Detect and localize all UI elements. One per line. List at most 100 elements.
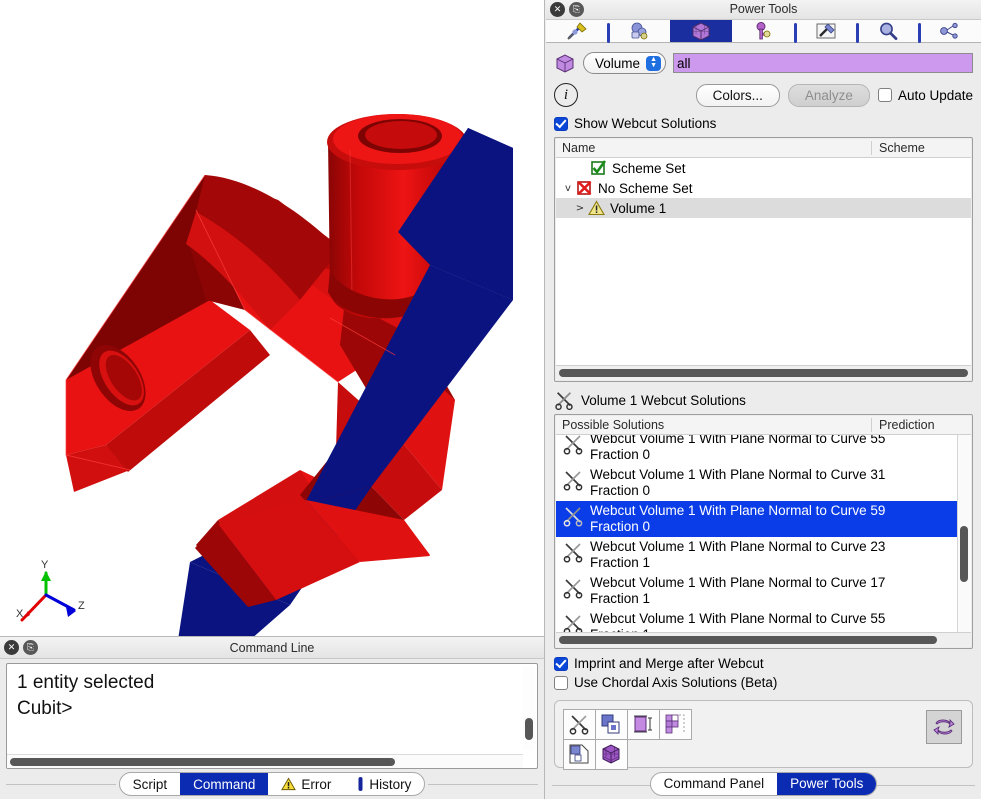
webcut-cube-icon (690, 21, 712, 41)
list-item[interactable]: Webcut Volume 1 With Plane Normal to Cur… (556, 465, 971, 501)
tab-error[interactable]: Error (268, 773, 344, 795)
scissors-icon (562, 577, 584, 599)
split-tool-button[interactable] (595, 709, 628, 740)
tree-row-label: No Scheme Set (598, 181, 693, 196)
power-tools-tabbar (546, 20, 981, 44)
show-webcut-solutions-checkbox[interactable]: Show Webcut Solutions (554, 116, 716, 131)
command-output-panel[interactable]: 1 entity selected Cubit> (6, 663, 538, 769)
tree-column-scheme: Scheme (871, 141, 971, 155)
red-x-icon (576, 180, 593, 196)
solutions-list-header: Possible Solutions Prediction (556, 416, 971, 435)
tab-topology[interactable] (919, 20, 981, 43)
tab-command[interactable]: Command (180, 773, 268, 795)
list-item-label: Webcut Volume 1 With Plane Normal to Cur… (590, 611, 925, 633)
imprint-merge-label: Imprint and Merge after Webcut (574, 656, 764, 671)
solutions-column-prediction: Prediction (871, 418, 971, 432)
tree-horizontal-scrollbar[interactable] (556, 366, 971, 380)
tab-label: Power Tools (790, 776, 863, 791)
mesh-pattern-icon (664, 713, 686, 735)
tab-label: Script (133, 777, 168, 792)
undock-icon[interactable]: ⎘ (23, 640, 38, 655)
scrollbar-thumb[interactable] (10, 758, 395, 766)
geometry-tools-icon (566, 21, 588, 41)
auto-update-checkbox[interactable]: Auto Update (878, 88, 973, 103)
tree-row-label: Scheme Set (612, 161, 686, 176)
tab-command-panel[interactable]: Command Panel (651, 773, 778, 795)
mesh-volume-tool-button[interactable] (595, 739, 628, 770)
tree-body[interactable]: Scheme Set v No Scheme Set > (556, 158, 971, 366)
solutions-horizontal-scrollbar[interactable] (556, 633, 971, 647)
tab-power-tools[interactable]: Power Tools (777, 773, 876, 795)
entity-selector-row: Volume ▲▼ (554, 52, 973, 74)
close-icon[interactable]: ✕ (550, 2, 565, 17)
solutions-vertical-scrollbar[interactable] (957, 435, 971, 632)
info-icon[interactable]: i (554, 83, 578, 107)
command-line-tabs: Script Command Error (119, 772, 426, 796)
command-output-text: 1 entity selected Cubit> (7, 664, 537, 754)
tab-geometry-tools[interactable] (546, 20, 608, 43)
left-column: X Y Z ✕ ⎘ Command Line 1 entity selected… (0, 0, 545, 799)
command-line-title: Command Line (0, 637, 544, 659)
list-item[interactable]: Webcut Volume 1 With Plane Normal to Cur… (556, 609, 971, 633)
scrollbar-thumb[interactable] (525, 718, 533, 740)
axis-label-z: Z (78, 600, 85, 612)
imprint-merge-checkbox[interactable]: Imprint and Merge after Webcut (554, 656, 973, 671)
imprint-tool-button[interactable] (563, 739, 596, 770)
cad-model-render (0, 0, 545, 637)
list-item-label: Webcut Volume 1 With Plane Normal to Cur… (590, 575, 925, 607)
power-tools-body: Volume ▲▼ i Colors... Analyze (546, 43, 981, 131)
scrollbar-thumb[interactable] (960, 526, 968, 582)
tab-history[interactable]: History (344, 773, 424, 795)
command-line-tabbar: Script Command Error (0, 769, 544, 799)
list-item[interactable]: Webcut Volume 1 With Plane Normal to Cur… (556, 537, 971, 573)
tree-row-scheme-set[interactable]: Scheme Set (556, 158, 971, 178)
analyze-button-label: Analyze (805, 88, 853, 103)
warning-triangle-icon (588, 200, 605, 216)
refresh-button[interactable] (926, 710, 962, 744)
solutions-list-body[interactable]: Webcut Volume 1 With Plane Normal to Cur… (556, 435, 971, 633)
list-item-selected[interactable]: Webcut Volume 1 With Plane Normal to Cur… (556, 501, 971, 537)
scrollbar-thumb[interactable] (559, 636, 937, 644)
axis-triad: X Y Z (8, 555, 98, 630)
solutions-column-possible: Possible Solutions (556, 418, 871, 432)
tab-inspect[interactable] (857, 20, 919, 43)
chordal-axis-checkbox[interactable]: Use Chordal Axis Solutions (Beta) (554, 675, 973, 690)
checkbox-box (554, 117, 568, 131)
command-line-dock: ✕ ⎘ Command Line 1 entity selected Cubit… (0, 637, 545, 799)
colors-button[interactable]: Colors... (696, 84, 780, 107)
tab-sculpt[interactable] (795, 20, 857, 43)
tree-row-no-scheme-set[interactable]: v No Scheme Set (556, 178, 971, 198)
3d-viewport[interactable]: X Y Z (0, 0, 545, 637)
scissors-icon (554, 390, 574, 410)
chordal-axis-label: Use Chordal Axis Solutions (Beta) (574, 675, 777, 690)
tab-script[interactable]: Script (120, 773, 181, 795)
twisty-expanded[interactable]: v (560, 183, 576, 194)
power-tools-title: Power Tools (546, 0, 981, 20)
tab-label: Command Panel (664, 776, 765, 791)
colors-button-label: Colors... (713, 88, 763, 103)
tab-webcut[interactable] (670, 20, 732, 43)
entity-id-input[interactable] (673, 53, 973, 73)
tab-mesh-quality[interactable] (608, 20, 670, 43)
scissors-icon (562, 505, 584, 527)
twisty-collapsed[interactable]: > (572, 203, 588, 214)
command-output-vertical-scrollbar[interactable] (523, 666, 535, 750)
sweep-tool-button[interactable] (627, 709, 660, 740)
mesh-cube-icon (600, 743, 622, 765)
tree-row-volume-1[interactable]: > Volume 1 (556, 198, 971, 218)
tab-meshing-scheme[interactable] (732, 20, 794, 43)
magic-wand-icon (815, 21, 837, 41)
entity-type-dropdown[interactable]: Volume ▲▼ (583, 52, 666, 74)
list-item[interactable]: Webcut Volume 1 With Plane Normal to Cur… (556, 435, 971, 465)
command-output-horizontal-scrollbar[interactable] (7, 754, 523, 768)
mesh-pattern-tool-button[interactable] (659, 709, 692, 740)
scrollbar-thumb[interactable] (559, 369, 968, 377)
history-bar-icon (357, 776, 364, 792)
scheme-key-icon (752, 21, 774, 41)
undock-icon[interactable]: ⎘ (569, 2, 584, 17)
analyze-button[interactable]: Analyze (788, 84, 870, 107)
webcut-tool-button[interactable] (563, 709, 596, 740)
close-icon[interactable]: ✕ (4, 640, 19, 655)
scissors-icon (568, 713, 590, 735)
list-item[interactable]: Webcut Volume 1 With Plane Normal to Cur… (556, 573, 971, 609)
